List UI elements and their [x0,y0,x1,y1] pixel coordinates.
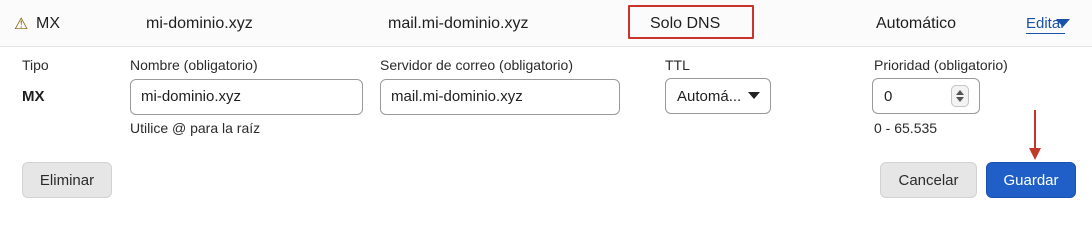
summary-type: MX [36,15,60,32]
priority-range-hint: 0 - 65.535 [874,120,938,136]
priority-value: 0 [884,88,893,105]
summary-content: mail.mi-dominio.xyz [388,15,529,32]
priority-label: Prioridad (obligatorio) [874,57,1008,73]
save-button[interactable]: Guardar [986,162,1076,198]
name-input[interactable]: mi-dominio.xyz [130,79,363,115]
caret-down-icon[interactable] [1056,19,1070,27]
mail-server-label: Servidor de correo (obligatorio) [380,57,573,73]
annotation-arrow-icon [1029,110,1041,160]
stepper-down-icon[interactable] [956,97,964,102]
ttl-label: TTL [665,57,690,73]
summary-name: mi-dominio.xyz [146,15,253,32]
stepper-up-icon[interactable] [956,90,964,95]
name-hint: Utilice @ para la raíz [130,120,261,136]
type-value: MX [22,88,45,105]
ttl-select-value: Automá... [677,88,742,105]
priority-stepper[interactable] [951,85,969,107]
chevron-down-icon[interactable] [748,92,760,99]
delete-button[interactable]: Eliminar [22,162,112,198]
mail-server-input[interactable]: mail.mi-dominio.xyz [380,79,620,115]
summary-proxy-status: Solo DNS [650,15,721,32]
type-label: Tipo [22,57,49,73]
cancel-button[interactable]: Cancelar [880,162,977,198]
warning-triangle-icon: ⚠ [14,16,29,33]
name-label: Nombre (obligatorio) [130,57,258,73]
summary-ttl: Automático [876,15,957,32]
